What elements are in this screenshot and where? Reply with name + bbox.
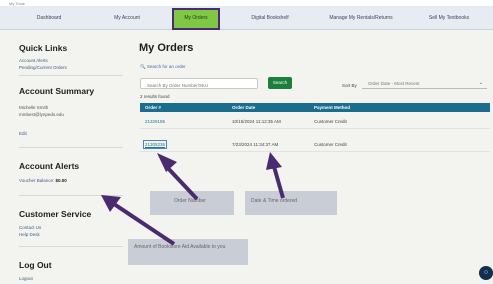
annotation-arrows xyxy=(101,152,285,246)
arrow-to-voucher-balance xyxy=(101,195,176,246)
arrow-to-order-date xyxy=(266,152,285,199)
chat-icon[interactable]: ○ xyxy=(479,266,493,280)
arrow-to-order-number xyxy=(157,153,199,201)
